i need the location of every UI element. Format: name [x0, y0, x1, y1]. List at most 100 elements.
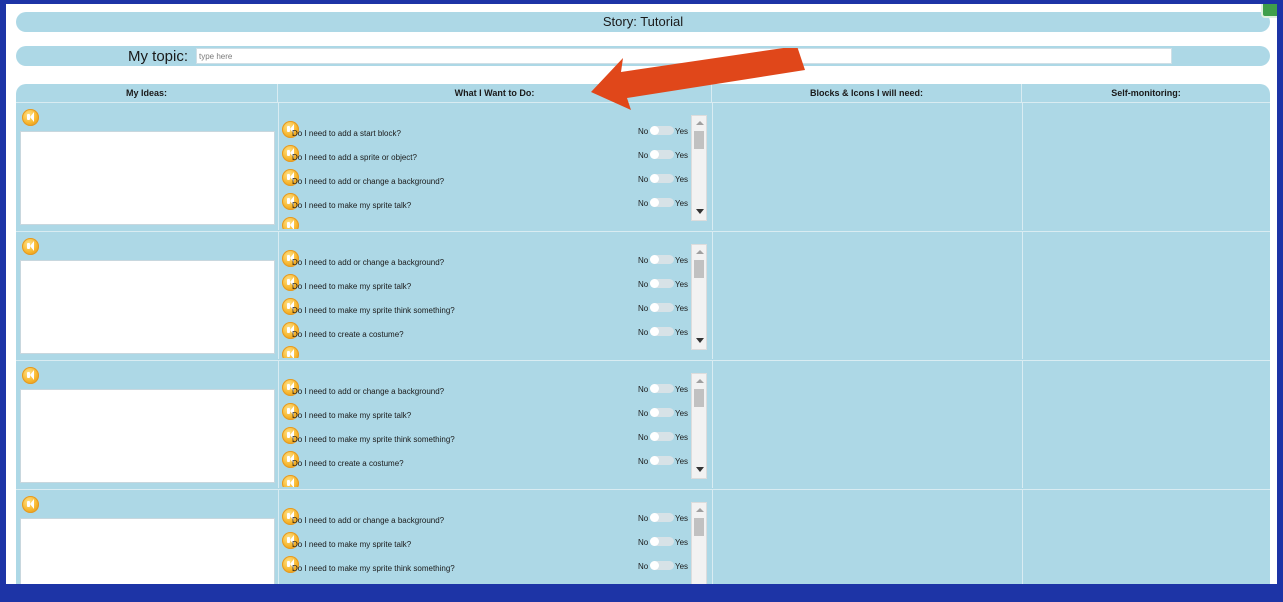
yes-no-toggle[interactable] — [650, 537, 674, 546]
column-divider — [1022, 103, 1023, 230]
toggle-yes-label: Yes — [675, 151, 689, 160]
scroll-down-icon[interactable] — [696, 338, 704, 343]
column-divider — [712, 103, 713, 230]
speaker-icon[interactable] — [22, 238, 39, 255]
question-text: Do I need to add or change a background? — [292, 177, 445, 186]
planning-grid: My Ideas: What I Want to Do: Blocks & Ic… — [16, 84, 1270, 584]
toggle-no-label: No — [638, 562, 649, 571]
story-title: Story: Tutorial — [602, 14, 684, 29]
question-list: Do I need to add a start block? No Yes Do I… — [279, 107, 709, 229]
toggle-yes-label: Yes — [675, 538, 689, 547]
toggle-no-label: No — [638, 304, 649, 313]
question-text: Do I need to make my sprite think someth… — [292, 435, 455, 444]
column-divider — [712, 232, 713, 359]
question-scrollbar[interactable] — [691, 373, 707, 479]
scroll-thumb[interactable] — [694, 260, 704, 278]
speaker-icon[interactable] — [282, 475, 299, 487]
question-item: Do I need to make my sprite think someth… — [279, 298, 699, 320]
toggle-no-label: No — [638, 409, 649, 418]
ideas-textarea[interactable] — [20, 260, 275, 354]
yes-no-toggle[interactable] — [650, 303, 674, 312]
column-divider — [712, 490, 713, 584]
toggle-yes-label: Yes — [675, 409, 689, 418]
question-item: Do I need to make my sprite talk? No Yes — [279, 193, 699, 215]
scroll-up-icon[interactable] — [696, 379, 704, 383]
yes-no-toggle[interactable] — [650, 408, 674, 417]
column-header-my-ideas: My Ideas: — [16, 84, 278, 102]
question-item: Do I need to make my sprite think someth… — [279, 427, 699, 449]
question-text: Do I need to add a sprite or object? — [292, 153, 417, 162]
toggle-no-label: No — [638, 457, 649, 466]
ideas-textarea[interactable] — [20, 518, 275, 584]
question-text: Do I need to make my sprite talk? — [292, 540, 412, 549]
question-text: Do I need to add or change a background? — [292, 258, 445, 267]
yes-no-toggle[interactable] — [650, 198, 674, 207]
story-page: Story: Tutorial My topic: My Ideas: What… — [6, 4, 1277, 584]
speaker-icon[interactable] — [282, 217, 299, 229]
yes-no-toggle[interactable] — [650, 456, 674, 465]
speaker-icon[interactable] — [22, 109, 39, 126]
plan-row: Do I need to add a start block? No Yes Do I… — [16, 102, 1270, 230]
question-item: Do I need to add or change a background?… — [279, 250, 699, 272]
yes-no-toggle[interactable] — [650, 279, 674, 288]
yes-no-toggle[interactable] — [650, 327, 674, 336]
question-text: Do I need to make my sprite talk? — [292, 201, 412, 210]
scroll-up-icon[interactable] — [696, 121, 704, 125]
yes-no-toggle[interactable] — [650, 432, 674, 441]
question-scrollbar[interactable] — [691, 502, 707, 584]
speaker-icon[interactable] — [282, 346, 299, 358]
toggle-yes-label: Yes — [675, 433, 689, 442]
scroll-down-icon[interactable] — [696, 467, 704, 472]
scroll-thumb[interactable] — [694, 518, 704, 536]
yes-no-toggle[interactable] — [650, 174, 674, 183]
story-title-bar: Story: Tutorial — [16, 12, 1270, 32]
yes-no-toggle[interactable] — [650, 255, 674, 264]
plan-row: Do I need to add or change a background?… — [16, 360, 1270, 488]
question-item: Do I need to add or change a background?… — [279, 169, 699, 191]
question-item: Do I need to add a sprite or object? No Ye… — [279, 145, 699, 167]
scroll-thumb[interactable] — [694, 131, 704, 149]
topic-label: My topic: — [128, 48, 189, 65]
app-badge-icon[interactable] — [1261, 4, 1277, 18]
question-list: Do I need to add or change a background?… — [279, 365, 709, 487]
toggle-yes-label: Yes — [675, 304, 689, 313]
question-scrollbar[interactable] — [691, 115, 707, 221]
toggle-yes-label: Yes — [675, 256, 689, 265]
question-item: Do I need to create a costume? No Yes — [279, 322, 699, 344]
scroll-up-icon[interactable] — [696, 508, 704, 512]
scroll-down-icon[interactable] — [696, 209, 704, 214]
arrow-icon — [591, 48, 805, 110]
toggle-no-label: No — [638, 280, 649, 289]
question-list: Do I need to add or change a background?… — [279, 494, 709, 584]
yes-no-toggle[interactable] — [650, 150, 674, 159]
yes-no-toggle[interactable] — [650, 126, 674, 135]
question-item: Do I need to make my sprite think someth… — [279, 556, 699, 578]
yes-no-toggle[interactable] — [650, 513, 674, 522]
question-item: Do I need to create a costume? No Yes — [279, 451, 699, 473]
toggle-no-label: No — [638, 328, 649, 337]
toggle-no-label: No — [638, 127, 649, 136]
speaker-icon[interactable] — [22, 496, 39, 513]
question-text: Do I need to add or change a background? — [292, 387, 445, 396]
toggle-yes-label: Yes — [675, 562, 689, 571]
scroll-thumb[interactable] — [694, 389, 704, 407]
column-header-self-monitoring: Self-monitoring: — [1111, 88, 1181, 98]
toggle-no-label: No — [638, 433, 649, 442]
toggle-yes-label: Yes — [675, 457, 689, 466]
question-text: Do I need to make my sprite talk? — [292, 411, 412, 420]
speaker-icon[interactable] — [22, 367, 39, 384]
ideas-textarea[interactable] — [20, 131, 275, 225]
toggle-no-label: No — [638, 175, 649, 184]
ideas-textarea[interactable] — [20, 389, 275, 483]
question-scrollbar[interactable] — [691, 244, 707, 350]
yes-no-toggle[interactable] — [650, 561, 674, 570]
question-text: Do I need to make my sprite talk? — [292, 282, 412, 291]
scroll-up-icon[interactable] — [696, 250, 704, 254]
question-text: Do I need to create a costume? — [292, 459, 404, 468]
toggle-yes-label: Yes — [675, 127, 689, 136]
question-item: Do I need to make my sprite talk? No Yes — [279, 403, 699, 425]
yes-no-toggle[interactable] — [650, 384, 674, 393]
question-item: Do I need to add or change a background?… — [279, 508, 699, 530]
toggle-yes-label: Yes — [675, 328, 689, 337]
question-text: Do I need to make my sprite think someth… — [292, 564, 455, 573]
